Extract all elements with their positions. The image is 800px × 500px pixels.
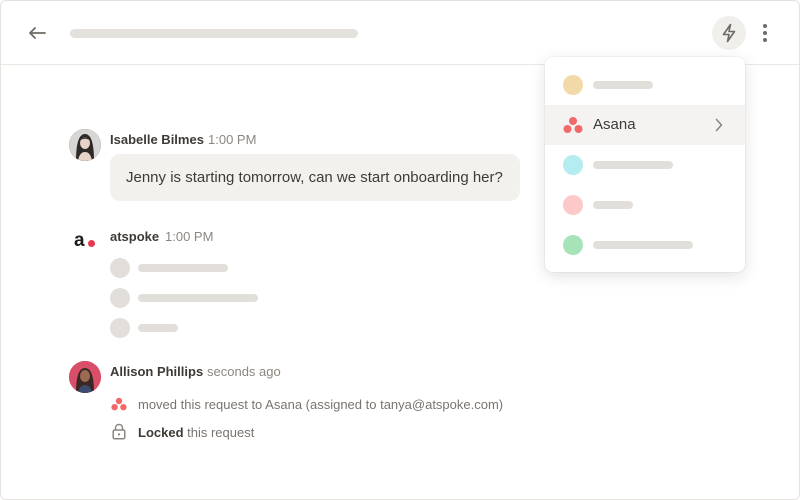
activity-locked-text: this request	[183, 425, 255, 440]
avatar-isabelle[interactable]	[69, 129, 101, 161]
vertical-ellipsis-icon	[763, 24, 767, 42]
asana-icon	[563, 116, 583, 134]
activity-locked-bold: Locked	[138, 425, 184, 440]
arrow-left-icon	[29, 27, 46, 39]
message-time: 1:00 PM	[165, 229, 214, 244]
label-placeholder	[593, 241, 693, 249]
skeleton-line	[138, 294, 258, 302]
lock-icon	[112, 423, 126, 440]
header-bar	[1, 1, 799, 65]
back-button[interactable]	[23, 19, 51, 47]
author-name[interactable]: Allison Phillips	[110, 364, 203, 379]
label-placeholder	[593, 81, 653, 89]
skeleton-avatar	[110, 318, 130, 338]
lightning-bolt-icon	[722, 23, 736, 43]
atspoke-logo-letter: a	[74, 230, 85, 251]
message-bubble: Jenny is starting tomorrow, can we start…	[110, 154, 520, 201]
label-placeholder	[593, 161, 673, 169]
skeleton-avatar	[110, 288, 130, 308]
message-time: seconds ago	[207, 364, 281, 379]
dropdown-item[interactable]	[545, 225, 745, 265]
author-name[interactable]: Isabelle Bilmes	[110, 132, 204, 147]
activity-locked: Locked this request	[138, 425, 254, 440]
author-name[interactable]: atspoke	[110, 229, 159, 244]
label-placeholder	[593, 201, 633, 209]
dropdown-item-asana[interactable]: Asana	[545, 105, 745, 145]
skeleton-avatar	[110, 258, 130, 278]
title-placeholder	[70, 29, 358, 38]
more-options-button[interactable]	[753, 19, 777, 47]
integration-icon	[563, 235, 583, 255]
app-window: Isabelle Bilmes 1:00 PM Jenny is startin…	[0, 0, 800, 500]
asana-icon	[111, 397, 127, 411]
integration-icon	[563, 195, 583, 215]
actions-button[interactable]	[712, 16, 746, 50]
chevron-right-icon	[715, 118, 723, 137]
dropdown-item[interactable]	[545, 145, 745, 185]
dropdown-item[interactable]	[545, 65, 745, 105]
integration-icon	[563, 155, 583, 175]
dropdown-item-label: Asana	[593, 116, 636, 133]
atspoke-logo-dot	[88, 240, 95, 247]
atspoke-logo: a	[73, 230, 99, 256]
user-photo	[69, 361, 101, 393]
integration-icon	[563, 75, 583, 95]
dropdown-item[interactable]	[545, 185, 745, 225]
skeleton-line	[138, 264, 228, 272]
user-photo	[69, 129, 101, 161]
skeleton-line	[138, 324, 178, 332]
message-time: 1:00 PM	[208, 132, 257, 147]
integrations-dropdown: Asana	[545, 57, 745, 272]
avatar-allison[interactable]	[69, 361, 101, 393]
activity-moved-text: moved this request to Asana (assigned to…	[138, 397, 504, 412]
